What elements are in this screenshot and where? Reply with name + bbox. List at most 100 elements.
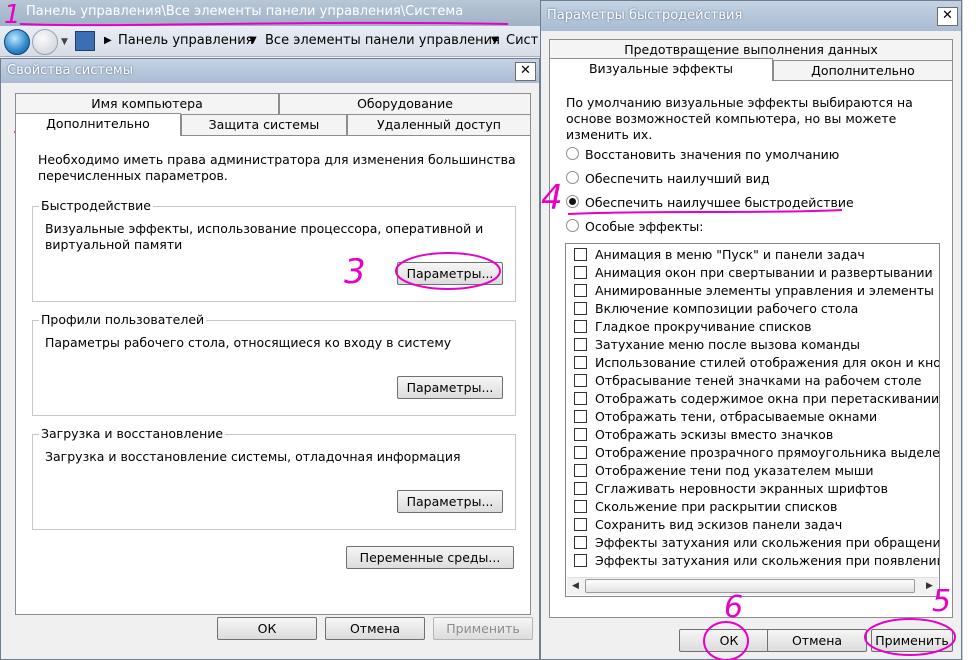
performance-group-label: Быстродействие bbox=[39, 198, 153, 213]
radio-best-performance[interactable]: Обеспечить наилучшее быстродействие bbox=[566, 195, 854, 213]
system-properties-title-bar: Свойства системы ✕ bbox=[1, 59, 539, 83]
radio-custom[interactable]: Особые эффекты: bbox=[566, 219, 703, 237]
forward-button[interactable] bbox=[32, 29, 58, 55]
user-profiles-group-label: Профили пользователей bbox=[39, 312, 207, 327]
radio-button[interactable] bbox=[566, 219, 579, 232]
radio-button[interactable] bbox=[566, 171, 579, 184]
user-profiles-description: Параметры рабочего стола, относящиеся ко… bbox=[45, 335, 452, 350]
radio-button[interactable] bbox=[566, 147, 579, 160]
ok-button[interactable]: ОК bbox=[679, 629, 779, 652]
background-window-edge bbox=[962, 0, 976, 660]
startup-recovery-group-label: Загрузка и восстановление bbox=[39, 426, 226, 441]
checkbox[interactable] bbox=[574, 500, 587, 513]
effect-list-item[interactable]: Включение композиции рабочего стола bbox=[566, 300, 939, 318]
tab-data-execution-prevention[interactable]: Предотвращение выполнения данных bbox=[549, 39, 953, 60]
effect-label: Отбрасывание теней значками на рабочем с… bbox=[595, 373, 922, 388]
environment-variables-button[interactable]: Переменные среды... bbox=[346, 546, 514, 569]
checkbox[interactable] bbox=[574, 266, 587, 279]
effect-label: Анимация в меню "Пуск" и панели задач bbox=[595, 247, 865, 262]
tab-advanced[interactable]: Дополнительно bbox=[15, 113, 181, 136]
checkbox[interactable] bbox=[574, 248, 587, 261]
effect-list-item[interactable]: Отображать содержимое окна при перетаски… bbox=[566, 390, 939, 408]
annotation-number: 4 bbox=[541, 178, 563, 218]
close-button[interactable]: ✕ bbox=[937, 7, 958, 26]
visual-effects-intro: По умолчанию визуальные эффекты выбирают… bbox=[566, 95, 913, 142]
back-button[interactable] bbox=[4, 29, 30, 55]
startup-recovery-settings-button[interactable]: Параметры... bbox=[397, 490, 503, 513]
effect-list-item[interactable]: Отображение прозрачного прямоугольника в… bbox=[566, 444, 939, 462]
user-profiles-settings-button[interactable]: Параметры... bbox=[397, 376, 503, 399]
explorer-title: Панель управления\Все элементы панели уп… bbox=[26, 4, 464, 19]
checkbox[interactable] bbox=[574, 518, 587, 531]
effect-label: Сохранить вид эскизов панели задач bbox=[595, 517, 843, 532]
checkbox[interactable] bbox=[574, 554, 587, 567]
checkbox[interactable] bbox=[574, 320, 587, 333]
cancel-button[interactable]: Отмена bbox=[767, 629, 867, 652]
tab-computer-name[interactable]: Имя компьютера bbox=[15, 93, 279, 114]
effect-list-item[interactable]: Эффекты затухания или скольжения при поя… bbox=[566, 552, 939, 570]
effect-list-item[interactable]: Отображать тени, отбрасываемые окнами bbox=[566, 408, 939, 426]
apply-button[interactable]: Применить bbox=[433, 617, 533, 640]
effect-list-item[interactable]: Эффекты затухания или скольжения при обр… bbox=[566, 534, 939, 552]
effect-label: Отображать тени, отбрасываемые окнами bbox=[595, 409, 878, 424]
checkbox[interactable] bbox=[574, 338, 587, 351]
effects-list[interactable]: Анимация в меню "Пуск" и панели задач Ани… bbox=[565, 243, 940, 597]
ok-button[interactable]: ОК bbox=[217, 617, 317, 640]
effect-list-item[interactable]: Затухание меню после вызова команды bbox=[566, 336, 939, 354]
checkbox[interactable] bbox=[574, 392, 587, 405]
effect-list-item[interactable]: Сглаживать неровности экранных шрифтов bbox=[566, 480, 939, 498]
control-panel-icon bbox=[75, 31, 95, 51]
tab-remote-access[interactable]: Удаленный доступ bbox=[347, 114, 531, 135]
horizontal-scrollbar[interactable]: ◀ ▶ bbox=[567, 577, 938, 595]
effect-list-item[interactable]: Отбрасывание теней значками на рабочем с… bbox=[566, 372, 939, 390]
history-dropdown-icon[interactable]: ▼ bbox=[61, 37, 68, 47]
effect-list-item[interactable]: Отображение тени под указателем мыши bbox=[566, 462, 939, 480]
performance-options-dialog: Параметры быстродействия ✕ Предотвращени… bbox=[540, 0, 962, 660]
tab-advanced[interactable]: Дополнительно bbox=[773, 60, 953, 81]
checkbox[interactable] bbox=[574, 374, 587, 387]
radio-button-selected[interactable] bbox=[566, 195, 579, 208]
scroll-left-icon[interactable]: ◀ bbox=[567, 578, 584, 595]
breadcrumb-system[interactable]: Сист bbox=[506, 33, 538, 48]
checkbox[interactable] bbox=[574, 464, 587, 477]
breadcrumb-arrow-icon[interactable]: ▼ bbox=[249, 35, 257, 46]
effect-label: Затухание меню после вызова команды bbox=[595, 337, 861, 352]
breadcrumb-all-items[interactable]: Все элементы панели управления bbox=[265, 33, 500, 48]
effect-label: Анимированные элементы управления и элем… bbox=[595, 283, 939, 298]
scrollbar-thumb[interactable] bbox=[585, 579, 915, 593]
breadcrumb-arrow-icon[interactable]: ▼ bbox=[491, 35, 499, 46]
breadcrumb-control-panel[interactable]: Панель управления bbox=[118, 33, 254, 48]
effect-list-item[interactable]: Анимация окон при свертывании и разверты… bbox=[566, 264, 939, 282]
apply-button[interactable]: Применить bbox=[871, 629, 953, 652]
effect-label: Сглаживать неровности экранных шрифтов bbox=[595, 481, 888, 496]
checkbox[interactable] bbox=[574, 446, 587, 459]
effect-list-item[interactable]: Анимация в меню "Пуск" и панели задач bbox=[566, 246, 939, 264]
checkbox[interactable] bbox=[574, 428, 587, 441]
checkbox[interactable] bbox=[574, 536, 587, 549]
cancel-button[interactable]: Отмена bbox=[325, 617, 425, 640]
performance-settings-button[interactable]: Параметры... bbox=[397, 262, 503, 285]
effect-list-item[interactable]: Гладкое прокручивание списков bbox=[566, 318, 939, 336]
radio-restore-defaults[interactable]: Восстановить значения по умолчанию bbox=[566, 147, 839, 165]
performance-group: Быстродействие Визуальные эффекты, испол… bbox=[32, 198, 516, 302]
effect-list-item[interactable]: Отображать эскизы вместо значков bbox=[566, 426, 939, 444]
performance-options-title-bar: Параметры быстродействия ✕ bbox=[541, 1, 961, 31]
effect-list-item[interactable]: Использование стилей отображения для око… bbox=[566, 354, 939, 372]
tab-system-protection[interactable]: Защита системы bbox=[181, 114, 347, 135]
user-profiles-group: Профили пользователей Параметры рабочего… bbox=[32, 312, 516, 416]
breadcrumb-arrow-icon[interactable]: ▶ bbox=[104, 35, 112, 46]
tab-visual-effects[interactable]: Визуальные эффекты bbox=[549, 58, 773, 81]
checkbox[interactable] bbox=[574, 302, 587, 315]
effect-label: Отображать эскизы вместо значков bbox=[595, 427, 834, 442]
checkbox[interactable] bbox=[574, 356, 587, 369]
effect-list-item[interactable]: Анимированные элементы управления и элем… bbox=[566, 282, 939, 300]
radio-best-appearance[interactable]: Обеспечить наилучший вид bbox=[566, 171, 770, 189]
checkbox[interactable] bbox=[574, 284, 587, 297]
checkbox[interactable] bbox=[574, 410, 587, 423]
checkbox[interactable] bbox=[574, 482, 587, 495]
system-properties-dialog: Свойства системы ✕ Имя компьютера Оборуд… bbox=[0, 58, 540, 660]
close-button[interactable]: ✕ bbox=[515, 62, 536, 81]
effect-list-item[interactable]: Скольжение при раскрытии списков bbox=[566, 498, 939, 516]
tab-hardware[interactable]: Оборудование bbox=[279, 93, 531, 114]
effect-list-item[interactable]: Сохранить вид эскизов панели задач bbox=[566, 516, 939, 534]
